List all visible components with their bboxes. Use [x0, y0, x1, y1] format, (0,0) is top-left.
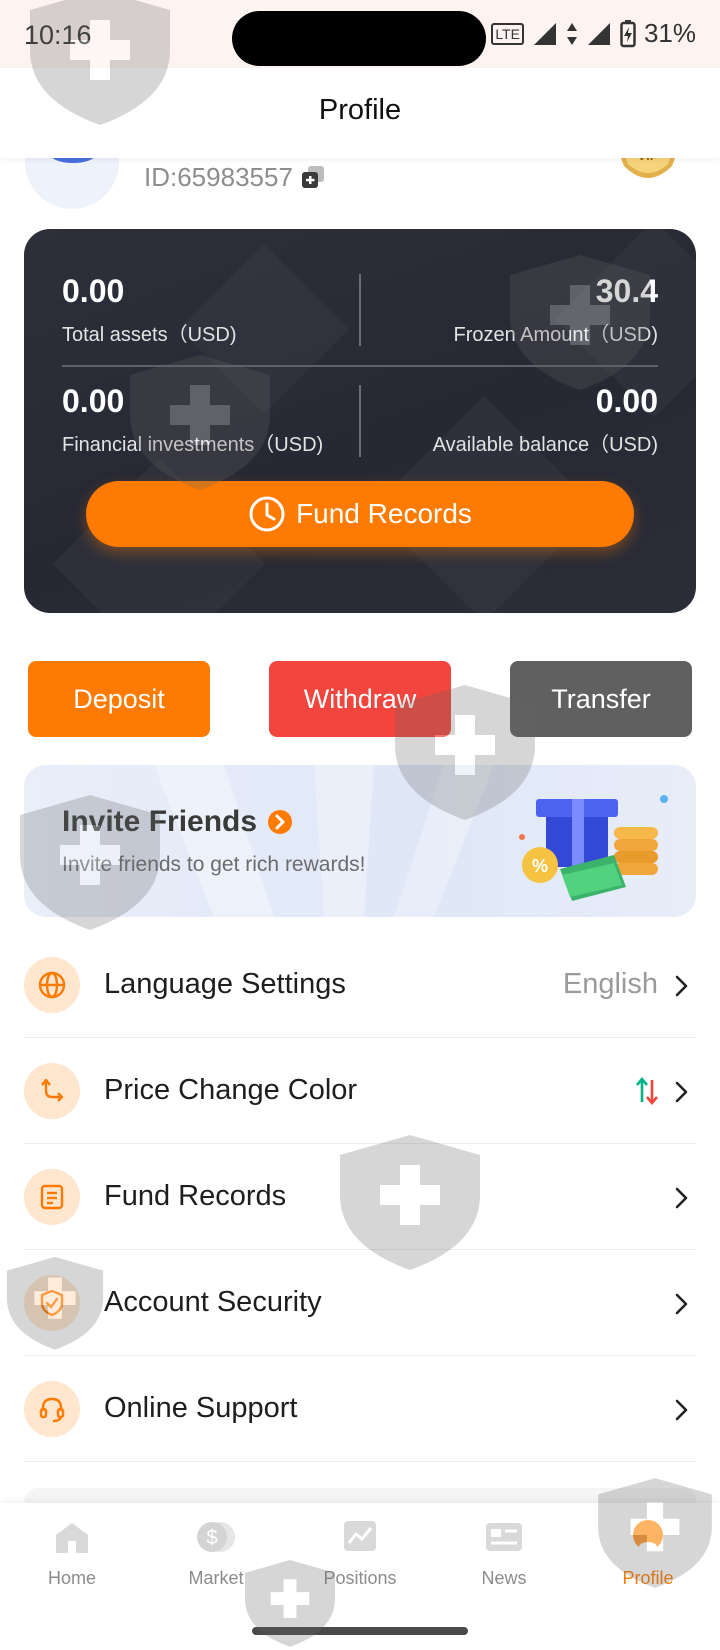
available-balance-value: 0.00 [595, 383, 658, 419]
chevron-right-icon [675, 1081, 688, 1103]
asset-card: 0.00 Total assets（USD) 30.4 Frozen Amoun… [24, 229, 696, 613]
chevron-right-icon [675, 975, 688, 997]
invite-subtitle: Invite friends to get rich rewards! [62, 853, 366, 876]
status-bar: 10:16 LTE 31% [0, 0, 720, 68]
invite-title: Invite Friends [62, 805, 293, 839]
headset-icon [24, 1381, 80, 1437]
profile-icon [633, 1520, 663, 1552]
total-assets-value: 0.00 [62, 273, 125, 309]
financial-investments-label: Financial investments（USD) [62, 434, 324, 456]
menu-item-price-change-color[interactable]: Price Change Color [24, 1038, 696, 1144]
menu-item-language-settings[interactable]: Language Settings English [24, 932, 696, 1038]
menu-item-fund-records[interactable]: Fund Records [24, 1144, 696, 1250]
newspaper-icon [486, 1523, 522, 1551]
user-id: ID:65983557 [144, 162, 293, 192]
nav-label: Home [47, 1568, 96, 1588]
chevron-right-icon [675, 1293, 688, 1315]
divider [359, 385, 361, 457]
arrow-right-circle-icon [268, 810, 293, 834]
fund-records-button-label: Fund Records [296, 498, 472, 529]
total-assets-label: Total assets（USD) [62, 324, 237, 346]
shield-check-icon [24, 1275, 80, 1331]
invite-friends-banner[interactable]: Invite Friends Invite friends to get ric… [24, 765, 696, 917]
nav-profile[interactable]: Profile [576, 1517, 720, 1589]
frozen-amount-value: 30.4 [595, 273, 658, 309]
profile-summary: ID:65983557 VIP [0, 150, 720, 210]
nav-home[interactable]: Home [0, 1517, 144, 1589]
signal-icon-2 [587, 22, 610, 45]
globe-icon [24, 957, 80, 1013]
clock-icon [249, 496, 285, 532]
menu-label: Language Settings [104, 968, 346, 1000]
battery-icon [620, 19, 636, 47]
menu-label: Price Change Color [104, 1074, 358, 1106]
language-value: English [562, 968, 658, 1000]
nav-label: Positions [323, 1568, 397, 1588]
frozen-amount-label: Frozen Amount（USD) [453, 324, 658, 346]
data-arrows-icon [566, 22, 577, 45]
avatar[interactable] [25, 150, 119, 209]
page-title: Profile [318, 94, 402, 126]
menu-label: Fund Records [104, 1180, 287, 1212]
dollar-coin-icon: $ [197, 1522, 235, 1552]
lte-icon: LTE [491, 22, 524, 45]
menu-item-account-security[interactable]: Account Security [24, 1250, 696, 1356]
invite-title-text: Invite Friends [62, 805, 258, 838]
app-header: Profile [0, 68, 720, 158]
bottom-navigation: Home $ Market Positions News Profile [0, 1503, 720, 1650]
nav-positions[interactable]: Positions [288, 1517, 432, 1589]
nav-label: News [481, 1568, 527, 1588]
nav-label: Profile [622, 1568, 674, 1588]
status-indicators: LTE 31% [491, 18, 696, 49]
up-down-color-icon [636, 1076, 658, 1106]
camera-notch [232, 11, 486, 66]
signal-icon [533, 22, 556, 45]
battery-percent: 31% [643, 18, 696, 48]
chevron-right-icon [675, 1399, 688, 1421]
menu-label: Online Support [104, 1392, 298, 1424]
chart-icon [344, 1521, 376, 1551]
menu-label: Account Security [104, 1286, 322, 1318]
financial-investments-value: 0.00 [62, 383, 125, 419]
home-icon [56, 1523, 88, 1553]
deposit-button[interactable]: Deposit [28, 661, 210, 737]
copy-icon[interactable] [300, 164, 326, 190]
fund-records-button[interactable]: Fund Records [86, 481, 634, 547]
nav-news[interactable]: News [432, 1517, 576, 1589]
nav-label: Market [188, 1568, 244, 1588]
transfer-button[interactable]: Transfer [510, 661, 692, 737]
menu-item-online-support[interactable]: Online Support [24, 1356, 696, 1462]
gift-box-icon: % [519, 795, 668, 901]
document-icon [24, 1169, 80, 1225]
chevron-right-icon [675, 1187, 688, 1209]
withdraw-button[interactable]: Withdraw [269, 661, 451, 737]
available-balance-label: Available balance（USD) [432, 434, 658, 456]
divider [62, 365, 658, 367]
swap-arrows-icon [24, 1063, 80, 1119]
svg-text:$: $ [206, 1527, 217, 1549]
status-time: 10:16 [24, 20, 92, 50]
nav-market[interactable]: $ Market [144, 1517, 288, 1589]
svg-text:%: % [532, 856, 548, 876]
divider [359, 274, 361, 346]
home-indicator[interactable] [252, 1627, 468, 1635]
